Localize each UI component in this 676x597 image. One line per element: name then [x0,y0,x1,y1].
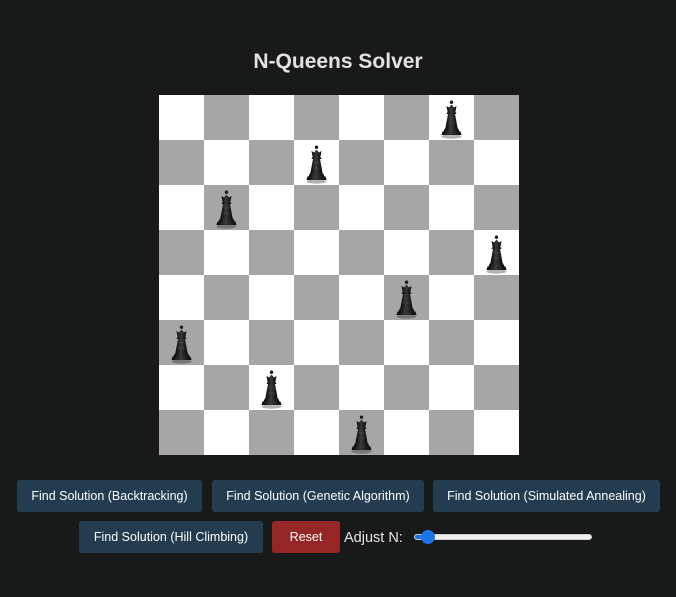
board-square[interactable] [294,230,339,275]
board-square[interactable] [249,140,294,185]
board-square[interactable] [429,320,474,365]
board-square[interactable] [249,95,294,140]
board-square[interactable] [249,410,294,455]
board-square[interactable] [429,185,474,230]
board-square[interactable] [384,320,429,365]
board-square[interactable] [294,140,339,185]
board-square[interactable] [159,320,204,365]
simulated-annealing-button[interactable]: Find Solution (Simulated Annealing) [433,480,660,512]
board-square[interactable] [474,95,519,140]
board-square[interactable] [204,275,249,320]
board-square[interactable] [384,140,429,185]
board-square[interactable] [339,320,384,365]
board-square[interactable] [249,185,294,230]
board-square[interactable] [294,95,339,140]
board-square[interactable] [204,140,249,185]
board-square[interactable] [339,185,384,230]
queen-icon [396,280,417,319]
board-square[interactable] [159,230,204,275]
board-square[interactable] [159,185,204,230]
board-square[interactable] [204,230,249,275]
board-square[interactable] [159,365,204,410]
board-square[interactable] [339,275,384,320]
queen-icon [171,325,192,364]
queen-icon [216,190,237,229]
board-square[interactable] [204,410,249,455]
board-square[interactable] [474,320,519,365]
board-square[interactable] [384,365,429,410]
reset-button[interactable]: Reset [272,521,340,553]
chessboard [159,95,519,455]
board-square[interactable] [249,320,294,365]
n-slider-thumb[interactable] [420,530,435,544]
board-square[interactable] [159,275,204,320]
board-square[interactable] [474,365,519,410]
board-square[interactable] [204,365,249,410]
board-square[interactable] [339,95,384,140]
board-square[interactable] [339,410,384,455]
board-square[interactable] [294,320,339,365]
board-square[interactable] [429,410,474,455]
board-square[interactable] [204,320,249,365]
queen-icon [486,235,507,274]
backtracking-button[interactable]: Find Solution (Backtracking) [17,480,202,512]
board-square[interactable] [474,230,519,275]
queen-icon [351,415,372,454]
board-square[interactable] [384,185,429,230]
board-square[interactable] [204,95,249,140]
board-square[interactable] [384,410,429,455]
board-square[interactable] [294,410,339,455]
board-square[interactable] [294,185,339,230]
board-square[interactable] [249,230,294,275]
genetic-algorithm-button[interactable]: Find Solution (Genetic Algorithm) [212,480,424,512]
board-square[interactable] [384,95,429,140]
board-square[interactable] [384,230,429,275]
board-square[interactable] [474,140,519,185]
board-square[interactable] [159,410,204,455]
board-square[interactable] [384,275,429,320]
board-square[interactable] [249,275,294,320]
board-square[interactable] [294,275,339,320]
board-square[interactable] [474,410,519,455]
page: N-Queens Solver Find Solution (Backtrack… [0,0,676,597]
board-square[interactable] [339,140,384,185]
board-square[interactable] [159,95,204,140]
queen-icon [306,145,327,184]
board-square[interactable] [159,140,204,185]
board-square[interactable] [429,95,474,140]
queen-icon [261,370,282,409]
board-square[interactable] [294,365,339,410]
board-square[interactable] [429,140,474,185]
page-title: N-Queens Solver [253,50,423,73]
board-square[interactable] [429,365,474,410]
queen-icon [441,100,462,139]
board-square[interactable] [474,185,519,230]
board-square[interactable] [204,185,249,230]
board-square[interactable] [249,365,294,410]
board-square[interactable] [429,230,474,275]
board-square[interactable] [339,230,384,275]
adjust-n-label: Adjust N: [344,530,403,546]
hill-climbing-button[interactable]: Find Solution (Hill Climbing) [79,521,263,553]
board-square[interactable] [429,275,474,320]
board-square[interactable] [474,275,519,320]
n-slider-track[interactable] [414,534,592,540]
board-square[interactable] [339,365,384,410]
